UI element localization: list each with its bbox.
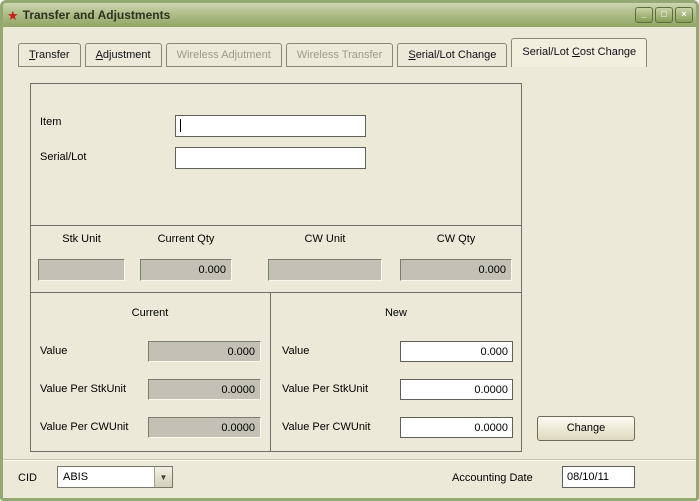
- current-value-per-stkunit-field: 0.0000: [148, 379, 261, 400]
- new-value-per-stkunit-label: Value Per StkUnit: [282, 381, 368, 397]
- tab-bar: Transfer Adjustment Wireless Adjutment W…: [18, 38, 647, 67]
- new-value-label: Value: [282, 343, 309, 359]
- cid-label: CID: [18, 470, 37, 486]
- serial-lot-input[interactable]: [175, 147, 366, 169]
- new-panel-title: New: [270, 306, 522, 320]
- serial-lot-label: Serial/Lot: [40, 149, 86, 165]
- units-section-divider: [30, 225, 522, 226]
- current-qty-header: Current Qty: [140, 232, 232, 246]
- window: ★ Transfer and Adjustments _ □ × Transfe…: [0, 0, 699, 501]
- new-value-input[interactable]: [400, 341, 513, 362]
- current-panel-title: Current: [30, 306, 270, 320]
- tab-label-key: C: [572, 46, 580, 58]
- tab-label-key: S: [408, 49, 415, 61]
- stk-unit-field: [38, 259, 125, 281]
- tab-wireless-transfer: Wireless Transfer: [286, 43, 394, 67]
- tab-wireless-adjutment: Wireless Adjutment: [166, 43, 282, 67]
- item-label: Item: [40, 114, 61, 130]
- minimize-button[interactable]: _: [635, 7, 653, 23]
- new-value-per-stkunit-input[interactable]: [400, 379, 513, 400]
- cid-dropdown[interactable]: ABIS ▼: [57, 466, 173, 488]
- current-value-field: 0.000: [148, 341, 261, 362]
- cw-qty-field: 0.000: [400, 259, 512, 281]
- tab-label-pre: Wireless Adjutment: [177, 49, 271, 61]
- current-value-per-stkunit-label: Value Per StkUnit: [40, 381, 126, 397]
- maximize-button[interactable]: □: [655, 7, 673, 23]
- cw-unit-header: CW Unit: [268, 232, 382, 246]
- tab-serial-lot-change[interactable]: Serial/Lot Change: [397, 43, 507, 67]
- tab-label-key: A: [96, 49, 103, 61]
- current-value-per-cwunit-label: Value Per CWUnit: [40, 419, 128, 435]
- window-title: Transfer and Adjustments: [23, 8, 635, 22]
- new-value-per-cwunit-input[interactable]: [400, 417, 513, 438]
- close-button[interactable]: ×: [675, 7, 693, 23]
- item-input[interactable]: [175, 115, 366, 137]
- chevron-down-icon[interactable]: ▼: [154, 467, 172, 487]
- tab-label-post: ransfer: [35, 49, 69, 61]
- panels-section-divider: [30, 292, 522, 293]
- cw-qty-header: CW Qty: [400, 232, 512, 246]
- text-cursor: [180, 119, 181, 132]
- tab-label-post: djustment: [103, 49, 151, 61]
- tab-transfer[interactable]: Transfer: [18, 43, 81, 67]
- tab-label-pre: Serial/Lot: [522, 46, 572, 58]
- tab-label-post: ost Change: [580, 46, 636, 58]
- footer-divider: [3, 459, 696, 461]
- stk-unit-header: Stk Unit: [38, 232, 125, 246]
- accounting-date-field[interactable]: [562, 466, 635, 488]
- titlebar[interactable]: ★ Transfer and Adjustments _ □ ×: [3, 3, 696, 27]
- current-value-label: Value: [40, 343, 67, 359]
- change-button[interactable]: Change: [537, 416, 635, 441]
- tab-adjustment[interactable]: Adjustment: [85, 43, 162, 67]
- current-value-per-cwunit-field: 0.0000: [148, 417, 261, 438]
- new-value-per-cwunit-label: Value Per CWUnit: [282, 419, 370, 435]
- current-qty-field: 0.000: [140, 259, 232, 281]
- accounting-date-label: Accounting Date: [452, 470, 533, 486]
- tab-serial-lot-cost-change[interactable]: Serial/Lot Cost Change: [511, 38, 647, 67]
- window-controls: _ □ ×: [635, 7, 693, 23]
- app-icon: ★: [7, 9, 19, 22]
- tab-label-pre: Wireless Transfer: [297, 49, 383, 61]
- cid-selected-value: ABIS: [58, 467, 154, 487]
- cw-unit-field: [268, 259, 382, 281]
- tab-label-post: erial/Lot Change: [416, 49, 497, 61]
